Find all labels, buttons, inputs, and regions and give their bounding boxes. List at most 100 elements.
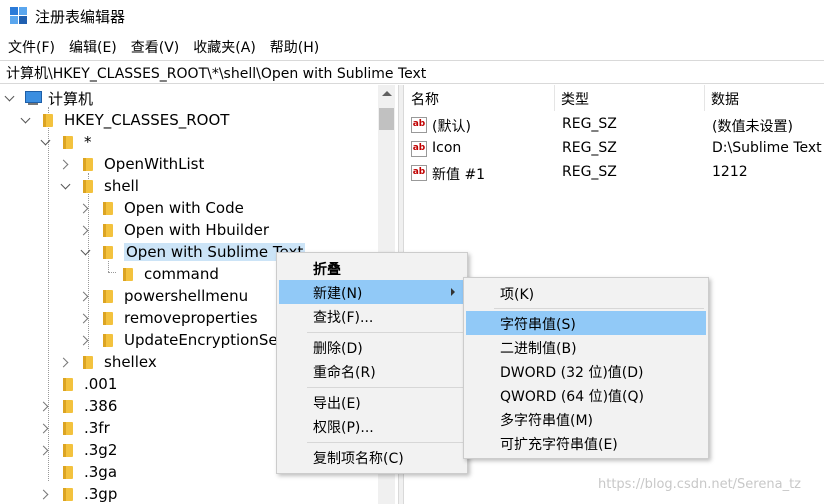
folder-icon: [60, 420, 76, 436]
menu-item-new-binary-value[interactable]: 二进制值(B): [466, 335, 706, 359]
ab-string-icon: ab: [411, 165, 427, 181]
chevron-down-icon[interactable]: [4, 92, 16, 104]
tree-item-label: .3gp: [84, 485, 118, 503]
menu-item-new-multi-string-value[interactable]: 多字符串值(M): [466, 407, 706, 431]
tree-item-label: Open with Code: [124, 199, 244, 217]
tree-item-label: OpenWithList: [104, 155, 205, 173]
tree-item-001[interactable]: .001: [40, 373, 117, 395]
tree-item-open-with-code[interactable]: Open with Code: [80, 197, 244, 219]
chevron-down-icon[interactable]: [40, 136, 52, 148]
menu-item-new-expandable-string-value[interactable]: 可扩充字符串值(E): [466, 431, 706, 455]
column-header-name[interactable]: 名称: [405, 85, 555, 111]
chevron-right-icon[interactable]: [80, 334, 92, 346]
chevron-right-icon[interactable]: [80, 224, 92, 236]
tree-item-386[interactable]: .386: [40, 395, 117, 417]
new-submenu: 项(K) 字符串值(S) 二进制值(B) DWORD (32 位)值(D) QW…: [463, 277, 709, 459]
menu-view[interactable]: 查看(V): [131, 34, 180, 58]
menu-item-delete[interactable]: 删除(D): [279, 335, 465, 359]
chevron-right-icon[interactable]: [80, 202, 92, 214]
tree-item-computer[interactable]: 计算机: [4, 87, 93, 109]
ab-string-icon: ab: [411, 141, 427, 157]
menu-file[interactable]: 文件(F): [8, 34, 55, 58]
tree-item-3fr[interactable]: .3fr: [40, 417, 110, 439]
chevron-right-icon[interactable]: [80, 290, 92, 302]
tree-item-open-with-sublime-text[interactable]: Open with Sublime Text: [80, 241, 306, 263]
chevron-right-icon[interactable]: [40, 422, 52, 434]
menu-item-export[interactable]: 导出(E): [279, 390, 465, 414]
menu-item-permissions[interactable]: 权限(P)...: [279, 414, 465, 438]
tree-item-open-with-hbuilder[interactable]: Open with Hbuilder: [80, 219, 269, 241]
menu-item-new-qword-value[interactable]: QWORD (64 位)值(Q): [466, 383, 706, 407]
value-data: 1212: [712, 164, 748, 180]
tree-item-openwithlist[interactable]: OpenWithList: [60, 153, 204, 175]
value-type: REG_SZ: [562, 116, 617, 132]
tree-item-label: powershellmenu: [124, 287, 249, 305]
title-bar: 注册表编辑器: [0, 0, 824, 32]
scrollbar-thumb[interactable]: [379, 108, 394, 130]
menu-item-collapse[interactable]: 折叠: [279, 256, 465, 280]
tree-item-label: 计算机: [48, 89, 94, 108]
tree-item-3ga[interactable]: .3ga: [40, 461, 117, 483]
value-row[interactable]: ab (默认) REG_SZ (数值未设置): [405, 113, 824, 137]
chevron-right-icon[interactable]: [40, 488, 52, 500]
chevron-down-icon[interactable]: [20, 114, 32, 126]
registry-app-icon: [10, 7, 28, 25]
context-menu: 折叠 新建(N) 查找(F)... 删除(D) 重命名(R) 导出(E) 权限(…: [276, 252, 468, 474]
tree-item-label: *: [84, 133, 92, 151]
folder-icon: [100, 222, 116, 238]
menu-bar: 文件(F) 编辑(E) 查看(V) 收藏夹(A) 帮助(H): [0, 34, 319, 58]
chevron-right-icon[interactable]: [40, 444, 52, 456]
chevron-right-icon: [451, 288, 455, 296]
value-name: Icon: [432, 140, 462, 156]
column-header-type[interactable]: 类型: [555, 85, 705, 111]
menu-item-new-string-value[interactable]: 字符串值(S): [466, 311, 706, 335]
menu-item-new-key[interactable]: 项(K): [466, 281, 706, 305]
chevron-down-icon[interactable]: [80, 246, 92, 258]
tree-item-updateencryptionset[interactable]: UpdateEncryptionSet: [80, 329, 284, 351]
tree-item-label: removeproperties: [124, 309, 258, 327]
menu-separator: [307, 332, 463, 333]
tree-item-3gp[interactable]: .3gp: [40, 483, 117, 504]
tree-item-powershellmenu[interactable]: powershellmenu: [80, 285, 248, 307]
tree-item-shellex[interactable]: shellex: [60, 351, 157, 373]
tree-item-label: shell: [104, 177, 139, 195]
menu-help[interactable]: 帮助(H): [270, 34, 319, 58]
menu-item-rename[interactable]: 重命名(R): [279, 359, 465, 383]
chevron-down-icon[interactable]: [60, 180, 72, 192]
menu-item-find[interactable]: 查找(F)...: [279, 304, 465, 328]
ab-string-icon: ab: [411, 117, 427, 133]
value-row[interactable]: ab 新值 #1 REG_SZ 1212: [405, 161, 824, 185]
menu-item-copy-key-name[interactable]: 复制项名称(C): [279, 445, 465, 469]
tree-item-hkey-classes-root[interactable]: HKEY_CLASSES_ROOT: [20, 109, 229, 131]
value-name: (默认): [432, 119, 471, 135]
menu-favorites[interactable]: 收藏夹(A): [193, 34, 256, 58]
folder-icon: [60, 134, 76, 150]
chevron-right-icon[interactable]: [40, 400, 52, 412]
menu-separator: [307, 387, 463, 388]
tree-item-command[interactable]: command: [100, 263, 219, 285]
tree-item-label: .3g2: [84, 441, 118, 459]
tree-item-label: UpdateEncryptionSet: [124, 331, 284, 349]
value-data: (数值未设置): [712, 119, 793, 135]
value-row[interactable]: ab Icon REG_SZ D:\Sublime Text: [405, 137, 824, 161]
menu-item-new-dword-value[interactable]: DWORD (32 位)值(D): [466, 359, 706, 383]
tree-item-label: HKEY_CLASSES_ROOT: [64, 111, 230, 129]
address-bar[interactable]: 计算机\HKEY_CLASSES_ROOT\*\shell\Open with …: [0, 60, 824, 84]
watermark: https://blog.csdn.net/Serena_tz: [598, 477, 801, 492]
tree-item-label: .001: [84, 375, 118, 393]
chevron-right-icon[interactable]: [60, 158, 72, 170]
folder-icon: [100, 310, 116, 326]
folder-icon: [60, 398, 76, 414]
tree-item-shell[interactable]: shell: [60, 175, 139, 197]
menu-edit[interactable]: 编辑(E): [69, 34, 117, 58]
chevron-right-icon[interactable]: [80, 312, 92, 324]
chevron-right-icon[interactable]: [60, 356, 72, 368]
menu-separator: [307, 442, 463, 443]
scroll-up-arrow-icon[interactable]: [382, 91, 392, 96]
tree-item-removeproperties[interactable]: removeproperties: [80, 307, 258, 329]
tree-item-3g2[interactable]: .3g2: [40, 439, 117, 461]
tree-item-star[interactable]: *: [40, 131, 92, 153]
folder-icon: [120, 266, 136, 282]
column-header-data[interactable]: 数据: [705, 85, 824, 111]
menu-item-new[interactable]: 新建(N): [279, 280, 465, 304]
